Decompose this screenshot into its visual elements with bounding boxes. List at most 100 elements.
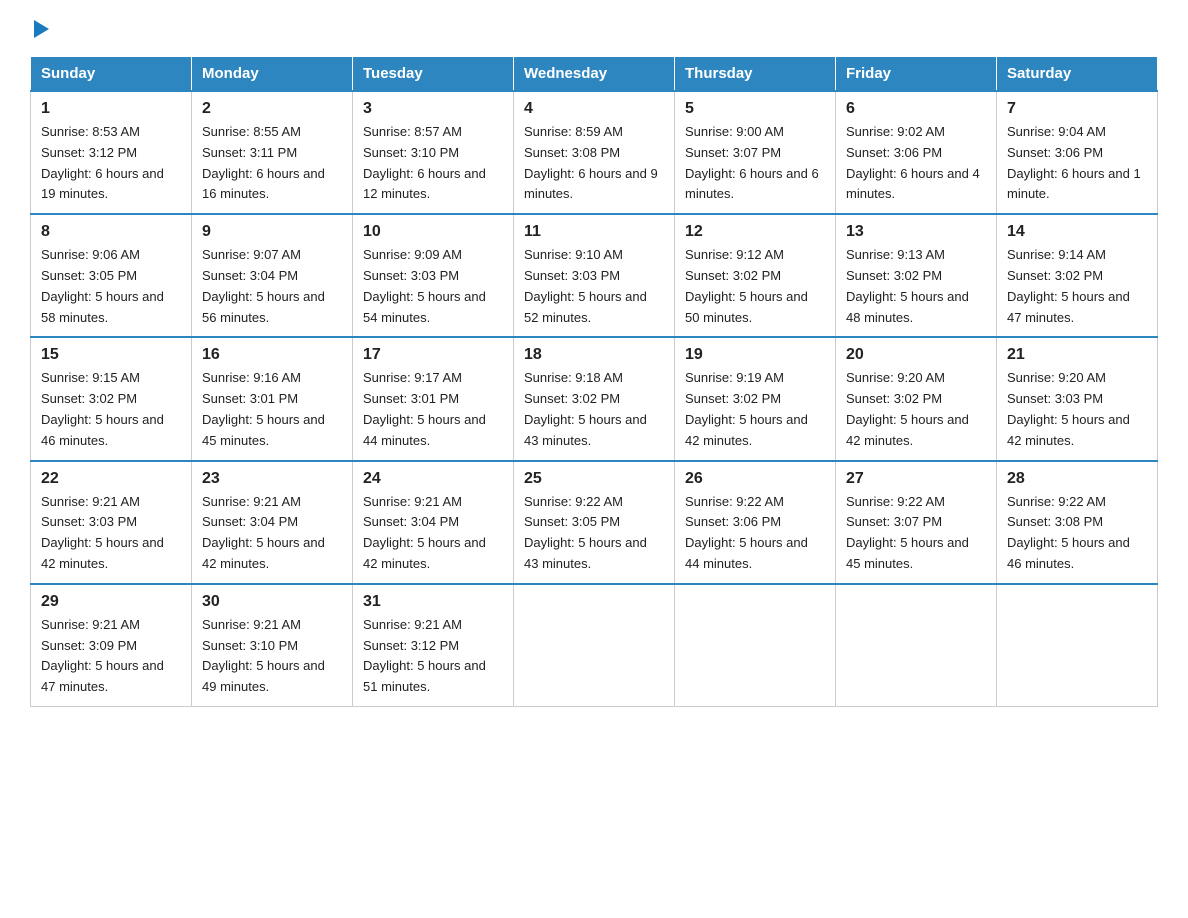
calendar-cell: 26 Sunrise: 9:22 AM Sunset: 3:06 PM Dayl… bbox=[675, 461, 836, 584]
day-info: Sunrise: 9:18 AM Sunset: 3:02 PM Dayligh… bbox=[524, 368, 664, 451]
calendar-cell: 27 Sunrise: 9:22 AM Sunset: 3:07 PM Dayl… bbox=[836, 461, 997, 584]
day-number: 28 bbox=[1007, 470, 1147, 488]
day-info: Sunrise: 9:22 AM Sunset: 3:05 PM Dayligh… bbox=[524, 492, 664, 575]
calendar-cell: 19 Sunrise: 9:19 AM Sunset: 3:02 PM Dayl… bbox=[675, 337, 836, 460]
day-number: 12 bbox=[685, 223, 825, 241]
page-header bbox=[30, 20, 1158, 38]
day-number: 23 bbox=[202, 470, 342, 488]
day-info: Sunrise: 9:10 AM Sunset: 3:03 PM Dayligh… bbox=[524, 245, 664, 328]
header-cell-sunday: Sunday bbox=[31, 57, 192, 92]
day-info: Sunrise: 9:00 AM Sunset: 3:07 PM Dayligh… bbox=[685, 122, 825, 205]
day-info: Sunrise: 9:21 AM Sunset: 3:10 PM Dayligh… bbox=[202, 615, 342, 698]
day-number: 15 bbox=[41, 346, 181, 364]
day-info: Sunrise: 8:57 AM Sunset: 3:10 PM Dayligh… bbox=[363, 122, 503, 205]
calendar-cell: 28 Sunrise: 9:22 AM Sunset: 3:08 PM Dayl… bbox=[997, 461, 1158, 584]
calendar-cell: 17 Sunrise: 9:17 AM Sunset: 3:01 PM Dayl… bbox=[353, 337, 514, 460]
day-number: 26 bbox=[685, 470, 825, 488]
logo bbox=[30, 20, 49, 38]
day-number: 14 bbox=[1007, 223, 1147, 241]
header-cell-friday: Friday bbox=[836, 57, 997, 92]
header-cell-thursday: Thursday bbox=[675, 57, 836, 92]
calendar-cell: 4 Sunrise: 8:59 AM Sunset: 3:08 PM Dayli… bbox=[514, 91, 675, 214]
day-number: 31 bbox=[363, 593, 503, 611]
day-info: Sunrise: 9:16 AM Sunset: 3:01 PM Dayligh… bbox=[202, 368, 342, 451]
calendar-cell: 8 Sunrise: 9:06 AM Sunset: 3:05 PM Dayli… bbox=[31, 214, 192, 337]
day-info: Sunrise: 9:02 AM Sunset: 3:06 PM Dayligh… bbox=[846, 122, 986, 205]
logo-triangle-icon bbox=[34, 20, 49, 38]
day-info: Sunrise: 9:04 AM Sunset: 3:06 PM Dayligh… bbox=[1007, 122, 1147, 205]
calendar-cell: 23 Sunrise: 9:21 AM Sunset: 3:04 PM Dayl… bbox=[192, 461, 353, 584]
day-info: Sunrise: 8:59 AM Sunset: 3:08 PM Dayligh… bbox=[524, 122, 664, 205]
calendar-cell bbox=[836, 584, 997, 707]
calendar-cell: 12 Sunrise: 9:12 AM Sunset: 3:02 PM Dayl… bbox=[675, 214, 836, 337]
header-cell-saturday: Saturday bbox=[997, 57, 1158, 92]
calendar-cell: 5 Sunrise: 9:00 AM Sunset: 3:07 PM Dayli… bbox=[675, 91, 836, 214]
day-info: Sunrise: 9:21 AM Sunset: 3:12 PM Dayligh… bbox=[363, 615, 503, 698]
calendar-cell: 1 Sunrise: 8:53 AM Sunset: 3:12 PM Dayli… bbox=[31, 91, 192, 214]
day-info: Sunrise: 9:19 AM Sunset: 3:02 PM Dayligh… bbox=[685, 368, 825, 451]
calendar-cell: 16 Sunrise: 9:16 AM Sunset: 3:01 PM Dayl… bbox=[192, 337, 353, 460]
day-number: 8 bbox=[41, 223, 181, 241]
day-info: Sunrise: 9:15 AM Sunset: 3:02 PM Dayligh… bbox=[41, 368, 181, 451]
day-info: Sunrise: 9:21 AM Sunset: 3:04 PM Dayligh… bbox=[363, 492, 503, 575]
header-cell-wednesday: Wednesday bbox=[514, 57, 675, 92]
calendar-cell: 31 Sunrise: 9:21 AM Sunset: 3:12 PM Dayl… bbox=[353, 584, 514, 707]
calendar-cell: 6 Sunrise: 9:02 AM Sunset: 3:06 PM Dayli… bbox=[836, 91, 997, 214]
calendar-cell bbox=[997, 584, 1158, 707]
day-number: 6 bbox=[846, 100, 986, 118]
day-number: 10 bbox=[363, 223, 503, 241]
day-info: Sunrise: 9:07 AM Sunset: 3:04 PM Dayligh… bbox=[202, 245, 342, 328]
day-info: Sunrise: 8:53 AM Sunset: 3:12 PM Dayligh… bbox=[41, 122, 181, 205]
day-number: 9 bbox=[202, 223, 342, 241]
calendar-cell: 14 Sunrise: 9:14 AM Sunset: 3:02 PM Dayl… bbox=[997, 214, 1158, 337]
calendar-cell: 24 Sunrise: 9:21 AM Sunset: 3:04 PM Dayl… bbox=[353, 461, 514, 584]
calendar-table: SundayMondayTuesdayWednesdayThursdayFrid… bbox=[30, 56, 1158, 707]
day-number: 30 bbox=[202, 593, 342, 611]
day-info: Sunrise: 9:20 AM Sunset: 3:03 PM Dayligh… bbox=[1007, 368, 1147, 451]
calendar-cell: 9 Sunrise: 9:07 AM Sunset: 3:04 PM Dayli… bbox=[192, 214, 353, 337]
day-info: Sunrise: 9:06 AM Sunset: 3:05 PM Dayligh… bbox=[41, 245, 181, 328]
logo-area bbox=[30, 20, 49, 38]
day-number: 13 bbox=[846, 223, 986, 241]
calendar-cell: 11 Sunrise: 9:10 AM Sunset: 3:03 PM Dayl… bbox=[514, 214, 675, 337]
calendar-cell: 15 Sunrise: 9:15 AM Sunset: 3:02 PM Dayl… bbox=[31, 337, 192, 460]
calendar-cell: 13 Sunrise: 9:13 AM Sunset: 3:02 PM Dayl… bbox=[836, 214, 997, 337]
calendar-cell: 3 Sunrise: 8:57 AM Sunset: 3:10 PM Dayli… bbox=[353, 91, 514, 214]
day-number: 20 bbox=[846, 346, 986, 364]
calendar-cell: 10 Sunrise: 9:09 AM Sunset: 3:03 PM Dayl… bbox=[353, 214, 514, 337]
calendar-cell: 2 Sunrise: 8:55 AM Sunset: 3:11 PM Dayli… bbox=[192, 91, 353, 214]
day-number: 22 bbox=[41, 470, 181, 488]
day-info: Sunrise: 9:12 AM Sunset: 3:02 PM Dayligh… bbox=[685, 245, 825, 328]
calendar-cell: 25 Sunrise: 9:22 AM Sunset: 3:05 PM Dayl… bbox=[514, 461, 675, 584]
week-row-3: 15 Sunrise: 9:15 AM Sunset: 3:02 PM Dayl… bbox=[31, 337, 1158, 460]
day-number: 11 bbox=[524, 223, 664, 241]
day-info: Sunrise: 9:09 AM Sunset: 3:03 PM Dayligh… bbox=[363, 245, 503, 328]
calendar-cell: 29 Sunrise: 9:21 AM Sunset: 3:09 PM Dayl… bbox=[31, 584, 192, 707]
day-number: 24 bbox=[363, 470, 503, 488]
day-number: 21 bbox=[1007, 346, 1147, 364]
calendar-cell: 22 Sunrise: 9:21 AM Sunset: 3:03 PM Dayl… bbox=[31, 461, 192, 584]
day-number: 7 bbox=[1007, 100, 1147, 118]
week-row-5: 29 Sunrise: 9:21 AM Sunset: 3:09 PM Dayl… bbox=[31, 584, 1158, 707]
calendar-cell: 21 Sunrise: 9:20 AM Sunset: 3:03 PM Dayl… bbox=[997, 337, 1158, 460]
day-info: Sunrise: 9:13 AM Sunset: 3:02 PM Dayligh… bbox=[846, 245, 986, 328]
day-info: Sunrise: 9:21 AM Sunset: 3:04 PM Dayligh… bbox=[202, 492, 342, 575]
calendar-cell: 30 Sunrise: 9:21 AM Sunset: 3:10 PM Dayl… bbox=[192, 584, 353, 707]
day-number: 19 bbox=[685, 346, 825, 364]
calendar-cell: 20 Sunrise: 9:20 AM Sunset: 3:02 PM Dayl… bbox=[836, 337, 997, 460]
calendar-cell bbox=[675, 584, 836, 707]
day-info: Sunrise: 9:17 AM Sunset: 3:01 PM Dayligh… bbox=[363, 368, 503, 451]
week-row-1: 1 Sunrise: 8:53 AM Sunset: 3:12 PM Dayli… bbox=[31, 91, 1158, 214]
day-info: Sunrise: 9:21 AM Sunset: 3:03 PM Dayligh… bbox=[41, 492, 181, 575]
day-info: Sunrise: 9:22 AM Sunset: 3:07 PM Dayligh… bbox=[846, 492, 986, 575]
day-number: 16 bbox=[202, 346, 342, 364]
calendar-cell: 7 Sunrise: 9:04 AM Sunset: 3:06 PM Dayli… bbox=[997, 91, 1158, 214]
calendar-cell bbox=[514, 584, 675, 707]
day-info: Sunrise: 9:21 AM Sunset: 3:09 PM Dayligh… bbox=[41, 615, 181, 698]
day-number: 3 bbox=[363, 100, 503, 118]
week-row-4: 22 Sunrise: 9:21 AM Sunset: 3:03 PM Dayl… bbox=[31, 461, 1158, 584]
week-row-2: 8 Sunrise: 9:06 AM Sunset: 3:05 PM Dayli… bbox=[31, 214, 1158, 337]
day-info: Sunrise: 8:55 AM Sunset: 3:11 PM Dayligh… bbox=[202, 122, 342, 205]
day-number: 29 bbox=[41, 593, 181, 611]
calendar-cell: 18 Sunrise: 9:18 AM Sunset: 3:02 PM Dayl… bbox=[514, 337, 675, 460]
